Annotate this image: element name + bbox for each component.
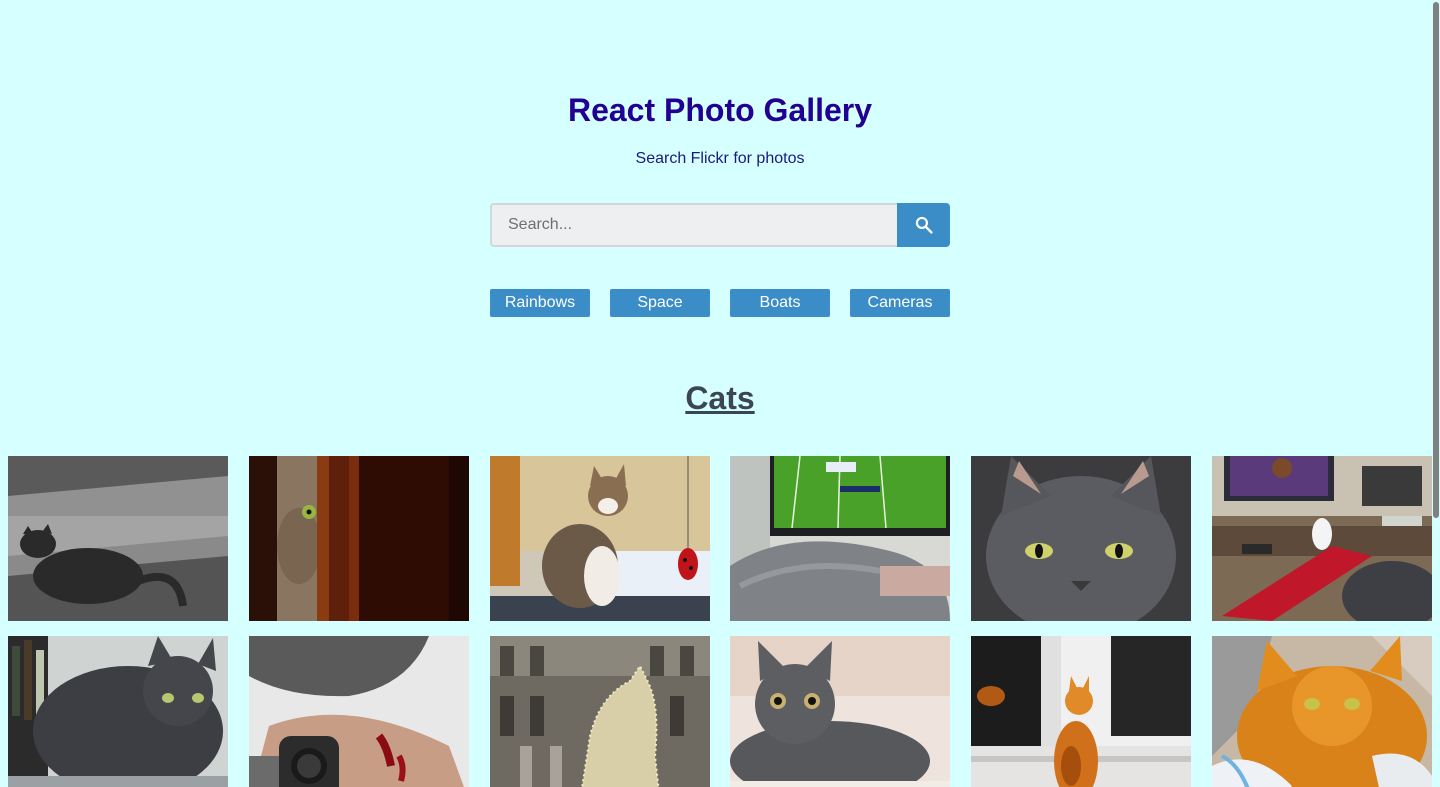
photo-gray-cat-closeup[interactable] [971, 456, 1191, 621]
photo-cat-scratched-hand[interactable] [249, 636, 469, 787]
page-subtitle: Search Flickr for photos [635, 150, 805, 167]
page-scrollbar[interactable] [1432, 0, 1440, 787]
photo-gray-cat-windowsill[interactable] [8, 636, 228, 787]
photo-calico-cat-ornament[interactable] [490, 456, 710, 621]
photo-cat-behind-door[interactable] [249, 456, 469, 621]
results-heading: Cats [685, 380, 755, 416]
search-form [490, 203, 950, 247]
photo-bw-cat-grass[interactable] [8, 456, 228, 621]
search-icon [915, 216, 933, 234]
search-button[interactable] [897, 203, 950, 247]
nav-link-rainbows[interactable]: Rainbows [490, 289, 590, 317]
nav-link-boats[interactable]: Boats [730, 289, 830, 317]
page: React Photo Gallery Search Flickr for ph… [0, 0, 1440, 787]
photo-cat-football-tv[interactable] [730, 456, 950, 621]
scrollbar-thumb[interactable] [1433, 2, 1439, 518]
photo-gray-cat-lying[interactable] [730, 636, 950, 787]
photo-orange-cat-blanket[interactable] [1212, 636, 1432, 787]
nav-link-space[interactable]: Space [610, 289, 710, 317]
page-title: React Photo Gallery [567, 92, 873, 128]
photo-orange-cat-window[interactable] [971, 636, 1191, 787]
photo-lighted-cat-sculpture[interactable] [490, 636, 710, 787]
photo-cat-couch-tv[interactable] [1212, 456, 1432, 621]
search-input[interactable] [490, 203, 897, 247]
topic-nav: Rainbows Space Boats Cameras [490, 289, 950, 317]
nav-link-cameras[interactable]: Cameras [850, 289, 950, 317]
